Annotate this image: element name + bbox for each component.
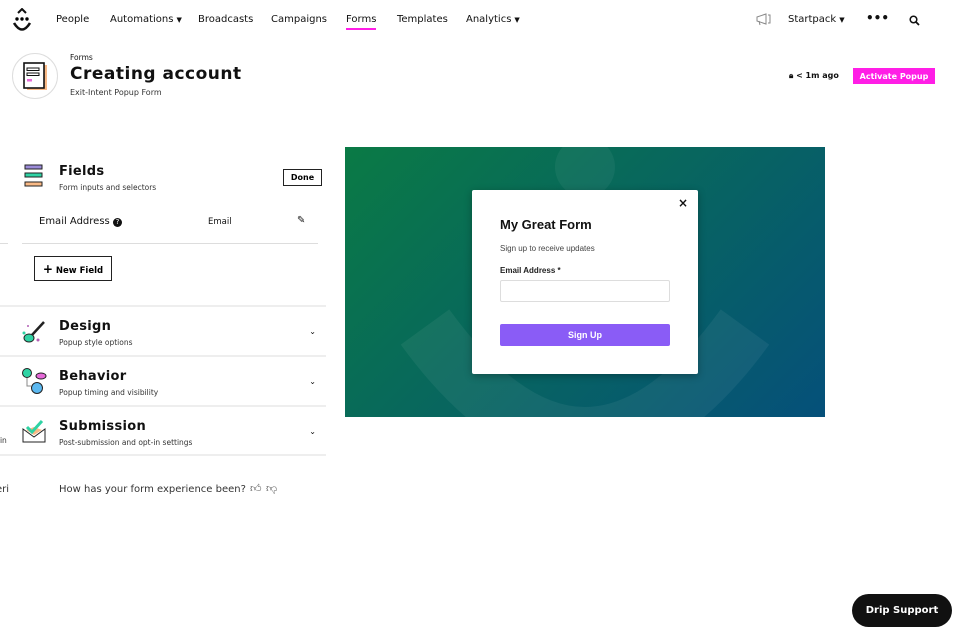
saved-time: < 1m ago bbox=[796, 71, 839, 80]
feedback-question: How has your form experience been? bbox=[59, 484, 246, 495]
drip-support-button[interactable]: Drip Support bbox=[852, 594, 952, 627]
nav-campaigns[interactable]: Campaigns bbox=[271, 14, 327, 25]
plus-icon: + bbox=[42, 261, 53, 276]
nav-analytics[interactable]: Analytics ▼ bbox=[466, 14, 520, 25]
popup-title: My Great Form bbox=[500, 217, 592, 232]
popup-preview: × My Great Form Sign up to receive updat… bbox=[345, 147, 825, 417]
close-icon[interactable]: × bbox=[678, 196, 688, 210]
nav-templates[interactable]: Templates bbox=[397, 14, 448, 25]
envelope-check-icon bbox=[22, 419, 46, 443]
chevron-down-icon: ▼ bbox=[176, 16, 182, 24]
more-icon[interactable]: ••• bbox=[866, 11, 889, 25]
new-field-button[interactable]: + New Field bbox=[34, 256, 112, 281]
field-row-email[interactable]: Email Address ? bbox=[39, 216, 122, 227]
section-submission[interactable]: Submission Post-submission and opt-in se… bbox=[0, 405, 326, 456]
field-label: Email Address bbox=[39, 216, 110, 227]
chevron-down-icon: ▼ bbox=[514, 16, 520, 24]
megaphone-icon[interactable] bbox=[756, 13, 772, 26]
done-button[interactable]: Done bbox=[283, 169, 322, 186]
nav-analytics-label: Analytics bbox=[466, 14, 512, 25]
email-input[interactable] bbox=[500, 280, 670, 302]
chevron-down-icon: ▼ bbox=[839, 16, 845, 24]
fields-icon bbox=[24, 164, 43, 187]
email-label: Email Address * bbox=[500, 266, 561, 275]
section-title: Submission bbox=[59, 419, 147, 434]
brush-icon bbox=[22, 321, 45, 343]
field-type: Email bbox=[208, 217, 232, 227]
lock-icon: 🔒︎ bbox=[789, 71, 794, 80]
edit-pencil-icon[interactable]: ✎ bbox=[297, 215, 305, 226]
section-subtitle: Popup style options bbox=[59, 338, 133, 347]
cut-off-text: eri bbox=[0, 484, 10, 495]
fields-subtitle: Form inputs and selectors bbox=[59, 183, 157, 192]
section-title: Behavior bbox=[59, 369, 127, 384]
popup-form: × My Great Form Sign up to receive updat… bbox=[472, 190, 698, 374]
section-behavior[interactable]: Behavior Popup timing and visibility ⌄ bbox=[0, 355, 326, 405]
nav-broadcasts[interactable]: Broadcasts bbox=[198, 14, 253, 25]
section-subtitle: Popup timing and visibility bbox=[59, 388, 159, 397]
nav-people[interactable]: People bbox=[56, 14, 89, 25]
nav-forms[interactable]: Forms bbox=[346, 14, 377, 30]
chevron-down-icon[interactable]: ⌄ bbox=[309, 327, 316, 336]
new-field-label: New Field bbox=[55, 265, 104, 276]
divider bbox=[0, 243, 8, 244]
nav-automations-label: Automations bbox=[110, 14, 174, 25]
fields-title: Fields bbox=[59, 164, 105, 179]
form-avatar bbox=[12, 53, 58, 99]
popup-subtitle: Sign up to receive updates bbox=[500, 244, 595, 253]
section-subtitle: Post-submission and opt-in settings bbox=[59, 438, 193, 447]
chevron-down-icon[interactable]: ⌄ bbox=[309, 377, 316, 386]
breadcrumb[interactable]: Forms bbox=[70, 53, 93, 62]
save-status: 🔒︎ < 1m ago bbox=[789, 71, 839, 81]
cut-off-text: tin bbox=[0, 436, 7, 445]
form-icon bbox=[23, 62, 47, 90]
chevron-down-icon[interactable]: ⌄ bbox=[309, 427, 316, 436]
nav-automations[interactable]: Automations ▼ bbox=[110, 14, 182, 25]
thumbs-down-icon[interactable]: 👎︎ bbox=[266, 482, 277, 495]
page-subtitle: Exit-Intent Popup Form bbox=[70, 88, 162, 97]
account-name: Startpack bbox=[788, 14, 837, 25]
drip-logo-icon[interactable] bbox=[11, 8, 33, 34]
thumbs-up-icon[interactable]: 👍︎ bbox=[250, 482, 262, 495]
account-menu[interactable]: Startpack ▼ bbox=[788, 14, 845, 25]
page-title: Creating account bbox=[70, 64, 242, 84]
activate-popup-button[interactable]: Activate Popup bbox=[853, 68, 935, 84]
behavior-icon bbox=[22, 368, 47, 394]
section-title: Design bbox=[59, 319, 112, 334]
section-design[interactable]: Design Popup style options ⌄ bbox=[0, 305, 326, 355]
help-icon[interactable]: ? bbox=[112, 218, 122, 227]
divider bbox=[22, 243, 318, 244]
search-icon[interactable] bbox=[909, 15, 920, 26]
sign-up-button[interactable]: Sign Up bbox=[500, 324, 670, 346]
